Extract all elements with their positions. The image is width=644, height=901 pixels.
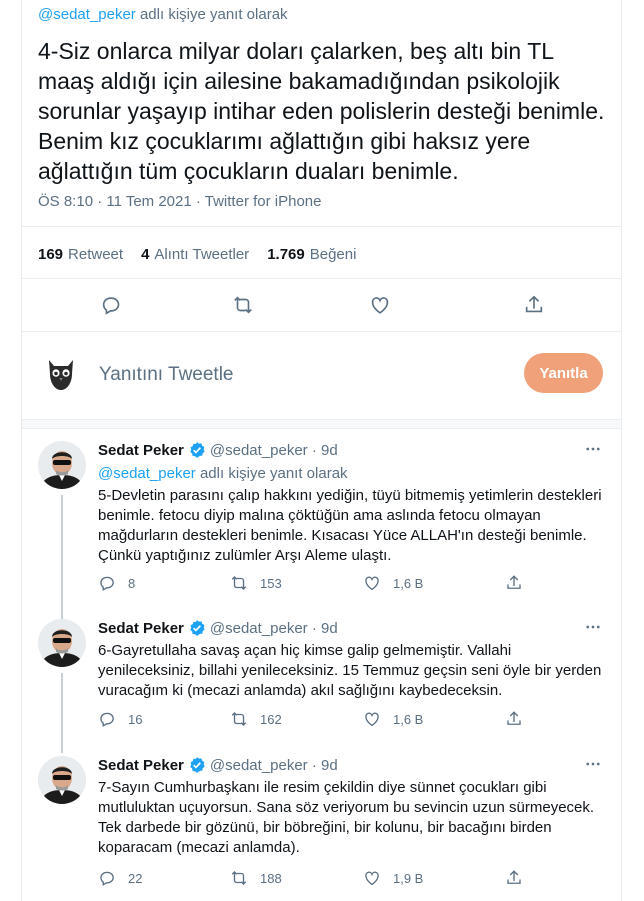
reply-count: 22 [128, 870, 143, 886]
verified-badge-icon [188, 619, 206, 637]
section-divider [22, 419, 621, 429]
retweet-action[interactable]: 153 [230, 574, 282, 592]
quote-stat[interactable]: 4 Alıntı Tweetler [141, 246, 249, 263]
retweet-icon [231, 871, 247, 885]
like-action[interactable]: 1,9 B [363, 869, 423, 887]
reply-action[interactable]: 16 [98, 710, 142, 728]
tweet-text: 6-Gayretullaha savaş açan hiç kimse gali… [98, 642, 602, 699]
reply-icon [100, 871, 114, 886]
like-icon[interactable] [365, 290, 395, 320]
tweet-text: 5-Devletin parasını çalıp hakkını yediği… [98, 487, 602, 564]
retweet-count: 188 [260, 870, 282, 886]
tweet-header: Sedat Peker @sedat_peker · 9d [98, 441, 338, 459]
tweet-text: 7-Sayın Cumhurbaşkanı ile resim çekildin… [98, 779, 595, 856]
like-icon [365, 712, 379, 727]
author-avatar[interactable] [38, 756, 86, 804]
retweet-count: 162 [260, 711, 282, 727]
tweet-stats: 169 Retweet 4 Alıntı Tweetler 1.769 Beğeni [38, 246, 618, 263]
tweet-actions: 22 188 1,9 B [98, 869, 548, 891]
divider [22, 226, 621, 227]
like-stat[interactable]: 1.769 Beğeni [267, 246, 356, 263]
tweet-actions: 16 162 1,6 B [98, 710, 548, 732]
reply-button[interactable]: Yanıtla [524, 353, 603, 393]
author-name[interactable]: Sedat Peker [98, 442, 184, 459]
retweet-action[interactable]: 188 [230, 869, 282, 887]
main-tweet-actions [22, 290, 621, 320]
quote-count: 4 [141, 246, 150, 263]
reply-composer: Yanıtını Tweetle Yanıtla [22, 342, 621, 412]
tweet-header: Sedat Peker @sedat_peker · 9d [98, 619, 338, 637]
reply-count: 8 [128, 575, 136, 591]
retweet-icon[interactable] [228, 290, 258, 320]
reply-handle-link[interactable]: @sedat_peker [98, 465, 196, 482]
tweet-time[interactable]: · 9d [312, 757, 338, 774]
tweet-actions: 8 153 1,6 B [98, 574, 548, 596]
like-count: 1.769 [267, 246, 305, 263]
author-avatar[interactable] [38, 441, 86, 489]
author-name[interactable]: Sedat Peker [98, 620, 184, 637]
quote-label: Alıntı Tweetler [154, 246, 250, 263]
user-avatar[interactable] [38, 350, 84, 396]
reply-context-label: adlı kişiye yanıt olarak [195, 465, 348, 482]
share-action[interactable] [505, 869, 523, 887]
like-count: 1,6 B [393, 575, 424, 591]
tweet-time[interactable]: · 9d [312, 442, 338, 459]
reply-icon [100, 576, 114, 591]
more-options-icon[interactable] [581, 615, 605, 639]
thread-line [61, 495, 63, 619]
tweet-time[interactable]: · 9d [312, 620, 338, 637]
like-action[interactable]: 1,6 B [363, 710, 423, 728]
divider [22, 331, 621, 332]
share-action[interactable] [505, 710, 523, 728]
thread-line [61, 673, 63, 753]
reply-input[interactable]: Yanıtını Tweetle [99, 364, 234, 386]
reply-icon[interactable] [96, 290, 126, 320]
reply-handle-link[interactable]: @sedat_peker [38, 6, 136, 23]
reply-count: 16 [128, 711, 143, 727]
author-handle[interactable]: @sedat_peker [210, 442, 308, 459]
retweet-count: 153 [260, 575, 282, 591]
like-label: Beğeni [309, 246, 357, 263]
author-handle[interactable]: @sedat_peker [210, 620, 308, 637]
reply-icon [100, 712, 114, 727]
tweet-header: Sedat Peker @sedat_peker · 9d [98, 756, 338, 774]
reply-context: @sedat_peker adlı kişiye yanıt olarak [98, 465, 348, 482]
like-icon [365, 871, 379, 886]
retweet-icon [231, 712, 247, 726]
more-options-icon[interactable] [581, 752, 605, 776]
retweet-label: Retweet [68, 246, 124, 263]
author-handle[interactable]: @sedat_peker [210, 757, 308, 774]
retweet-icon [231, 576, 247, 590]
retweet-action[interactable]: 162 [230, 710, 282, 728]
share-icon [507, 870, 521, 884]
author-name[interactable]: Sedat Peker [98, 757, 184, 774]
share-icon [507, 575, 521, 589]
more-options-icon[interactable] [581, 437, 605, 461]
tweet-meta[interactable]: ÖS 8:10 · 11 Tem 2021 · Twitter for iPho… [38, 193, 618, 210]
verified-badge-icon [188, 756, 206, 774]
reply-context-label: adlı kişiye yanıt olarak [135, 6, 288, 23]
like-action[interactable]: 1,6 B [363, 574, 423, 592]
share-action[interactable] [505, 574, 523, 592]
reply-action[interactable]: 8 [98, 574, 135, 592]
verified-badge-icon [188, 441, 206, 459]
like-icon [365, 576, 379, 591]
main-tweet-text: 4-Siz onlarca milyar doları çalarken, be… [38, 38, 605, 184]
share-icon[interactable] [519, 290, 549, 320]
author-avatar[interactable] [38, 619, 86, 667]
like-count: 1,9 B [393, 870, 424, 886]
share-icon [507, 711, 521, 725]
reply-action[interactable]: 22 [98, 869, 142, 887]
retweet-count: 169 [38, 246, 64, 263]
like-count: 1,6 B [393, 711, 424, 727]
retweet-stat[interactable]: 169 Retweet [38, 246, 123, 263]
reply-context: @sedat_peker adlı kişiye yanıt olarak [38, 6, 618, 23]
divider [22, 278, 621, 279]
